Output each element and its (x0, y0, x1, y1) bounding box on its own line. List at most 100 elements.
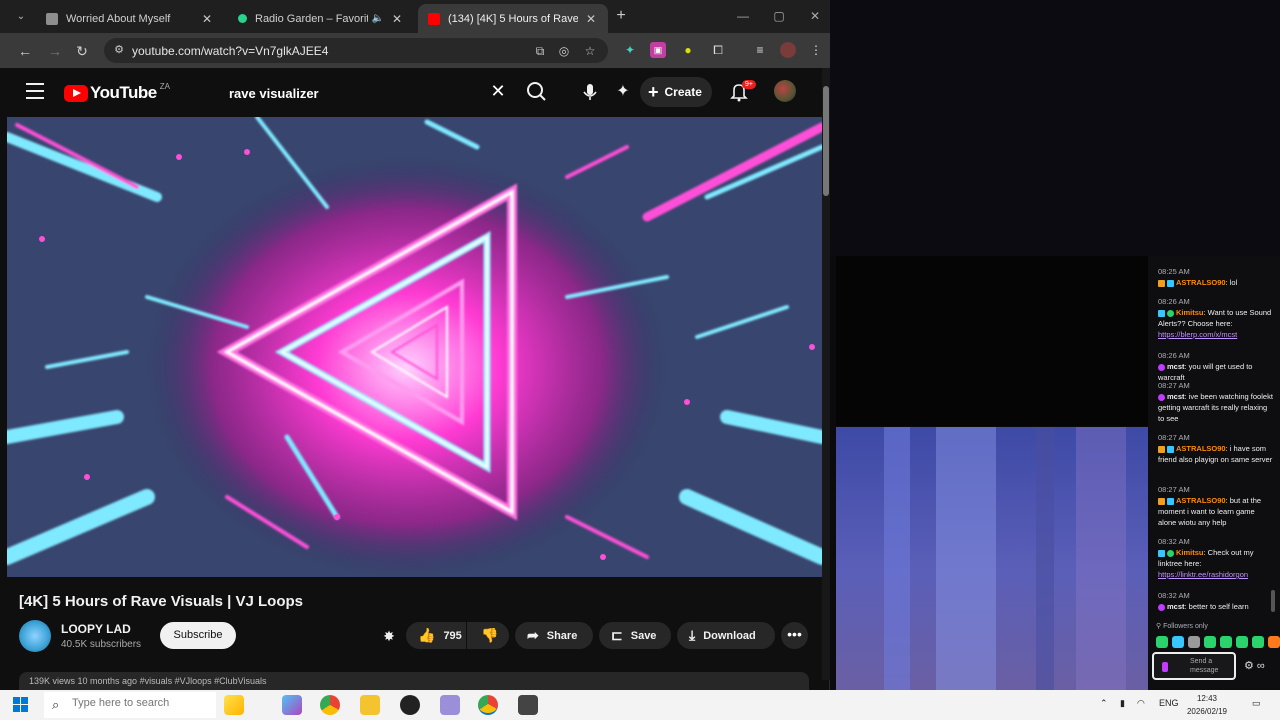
app-icon[interactable] (440, 695, 460, 715)
media-control-icon[interactable]: ≡ (752, 42, 768, 58)
emote-icon[interactable] (1252, 636, 1264, 648)
sparkle-icon[interactable]: ✦ (610, 79, 636, 105)
maximize-icon[interactable]: ▢ (764, 6, 794, 26)
tab-radio-garden[interactable]: Radio Garden – Favorites 🔈 ✕ (228, 4, 414, 33)
chat-username[interactable]: mcst (1167, 602, 1185, 611)
tab-search-icon[interactable]: ⌄ (10, 7, 32, 27)
chat-scrollbar[interactable] (1271, 590, 1275, 612)
chat-username[interactable]: Kimitsu (1176, 548, 1204, 557)
language-indicator[interactable]: ENG (1159, 698, 1179, 708)
tab-worried-about-myself[interactable]: Worried About Myself ✕ (36, 4, 224, 33)
chrome-active-icon[interactable] (478, 695, 498, 715)
file-explorer-icon[interactable] (360, 695, 380, 715)
search-input[interactable] (216, 78, 516, 108)
eye-off-icon[interactable]: ◎ (556, 43, 572, 59)
description-box[interactable]: 139K views 10 months ago #visuals #VJloo… (19, 672, 809, 690)
emote-icon[interactable] (1204, 636, 1216, 648)
close-icon[interactable]: ✕ (200, 12, 214, 26)
chat-username[interactable]: ASTRALSO90 (1176, 278, 1226, 287)
microphone-icon[interactable] (577, 79, 603, 105)
badge-icon (1158, 497, 1165, 505)
emote-bar[interactable] (1156, 636, 1280, 648)
system-clock[interactable]: 12:43 2026/02/19 (1182, 692, 1232, 718)
chrome-icon[interactable] (320, 695, 340, 715)
chat-username[interactable]: ASTRALSO90 (1176, 444, 1226, 453)
followers-only-notice: ⚲ Followers only (1156, 623, 1208, 630)
windows-start-icon[interactable] (13, 697, 29, 713)
hamburger-menu-icon[interactable] (26, 83, 44, 99)
chat-username[interactable]: mcst (1167, 392, 1185, 401)
account-avatar[interactable] (774, 80, 796, 102)
forward-icon[interactable]: → (45, 41, 65, 61)
cast-icon[interactable]: ⧉ (532, 43, 548, 59)
emote-icon[interactable] (1220, 636, 1232, 648)
app-icon[interactable] (518, 695, 538, 715)
like-button[interactable]: 👍 795 (406, 622, 466, 649)
channel-name[interactable]: LOOPY LAD (61, 622, 131, 636)
channel-avatar[interactable] (19, 620, 51, 652)
widgets-icon[interactable] (224, 695, 244, 715)
site-info-icon[interactable]: ⚙ (112, 43, 126, 57)
share-button[interactable]: ➦ Share (515, 622, 593, 649)
close-icon[interactable]: ✕ (584, 12, 598, 26)
extension-icon[interactable]: ▣ (650, 42, 666, 58)
chat-input[interactable]: Send a message (1152, 652, 1236, 680)
taskbar-search-input[interactable] (72, 697, 212, 709)
scrollbar-thumb[interactable] (823, 86, 829, 196)
back-icon[interactable]: ← (15, 41, 35, 61)
chat-username[interactable]: ASTRALSO90 (1176, 496, 1226, 505)
search-button[interactable] (522, 77, 552, 107)
new-tab-icon[interactable]: + (612, 6, 630, 26)
subscribe-button[interactable]: Subscribe (160, 622, 236, 649)
emote-icon[interactable] (1236, 636, 1248, 648)
search-box[interactable] (216, 78, 516, 108)
tab-youtube-rave-visuals[interactable]: (134) [4K] 5 Hours of Rave Visu ✕ (418, 4, 608, 33)
emote-icon[interactable] (1268, 636, 1280, 648)
reload-icon[interactable]: ↻ (72, 41, 92, 61)
tray-chevron-icon[interactable]: ⌃ (1100, 698, 1108, 709)
thumbs-up-icon: 👍 (418, 627, 436, 643)
menu-icon[interactable]: ⋮ (808, 42, 824, 58)
chat-message: 08:27 AM ASTRALSO90: but at the moment i… (1158, 484, 1274, 528)
emote-icon[interactable] (1188, 636, 1200, 648)
more-actions-icon[interactable]: ••• (781, 622, 808, 649)
chat-settings-icon[interactable]: ⚙ ∞ (1244, 659, 1265, 672)
chat-username[interactable]: mcst (1167, 362, 1185, 371)
taskbar-search[interactable]: ⌕ (44, 692, 216, 718)
chat-link[interactable]: https://linktr.ee/rashidorgon (1158, 569, 1274, 580)
hype-icon[interactable]: ✸ (380, 627, 398, 645)
youtube-logo[interactable]: YouTube ZA (64, 82, 170, 103)
tab-favicon-icon (46, 12, 58, 25)
notification-center-icon[interactable]: ▭ (1252, 698, 1261, 709)
dislike-button[interactable]: 👎 (467, 622, 509, 649)
chat-message: 08:26 AM Kimitsu: Want to use Sound Aler… (1158, 296, 1274, 340)
download-button[interactable]: ⤓ Download (677, 622, 775, 649)
emote-icon[interactable] (1172, 636, 1184, 648)
bookmark-star-icon[interactable]: ☆ (582, 43, 598, 59)
extension-icon[interactable]: ● (680, 42, 696, 58)
video-player[interactable] (7, 117, 822, 577)
address-toolbar: ← → ↻ ⚙ youtube.com/watch?v=Vn7glkAJEE4 … (0, 33, 830, 68)
minimize-icon[interactable]: — (728, 6, 758, 26)
chat-username[interactable]: Kimitsu (1176, 308, 1204, 317)
chat-timestamp: 08:32 AM (1158, 537, 1190, 546)
emote-icon[interactable] (1156, 636, 1168, 648)
create-button[interactable]: + Create (640, 77, 712, 107)
tab-label: Radio Garden – Favorites (255, 12, 368, 25)
profile-icon[interactable] (780, 42, 796, 58)
close-icon[interactable]: ✕ (390, 12, 404, 26)
battery-icon[interactable]: ▮ (1120, 698, 1125, 709)
app-icon[interactable] (400, 695, 420, 715)
close-window-icon[interactable]: ✕ (800, 6, 830, 26)
chat-link[interactable]: https://blerp.com/x/mcst (1158, 329, 1274, 340)
save-button[interactable]: ⊏ Save (599, 622, 671, 649)
network-icon[interactable]: ◠ (1137, 698, 1145, 709)
puzzle-icon[interactable]: ⧠ (710, 42, 726, 58)
clear-search-icon[interactable]: ✕ (487, 80, 509, 102)
address-bar[interactable]: ⚙ youtube.com/watch?v=Vn7glkAJEE4 ⧉ ◎ ☆ (104, 38, 608, 63)
speaker-icon[interactable]: 🔈 (372, 13, 384, 24)
page-scrollbar[interactable] (822, 68, 830, 680)
copilot-icon[interactable] (282, 695, 302, 715)
badge-icon (1167, 549, 1174, 557)
extension-icon[interactable]: ✦ (622, 42, 638, 58)
